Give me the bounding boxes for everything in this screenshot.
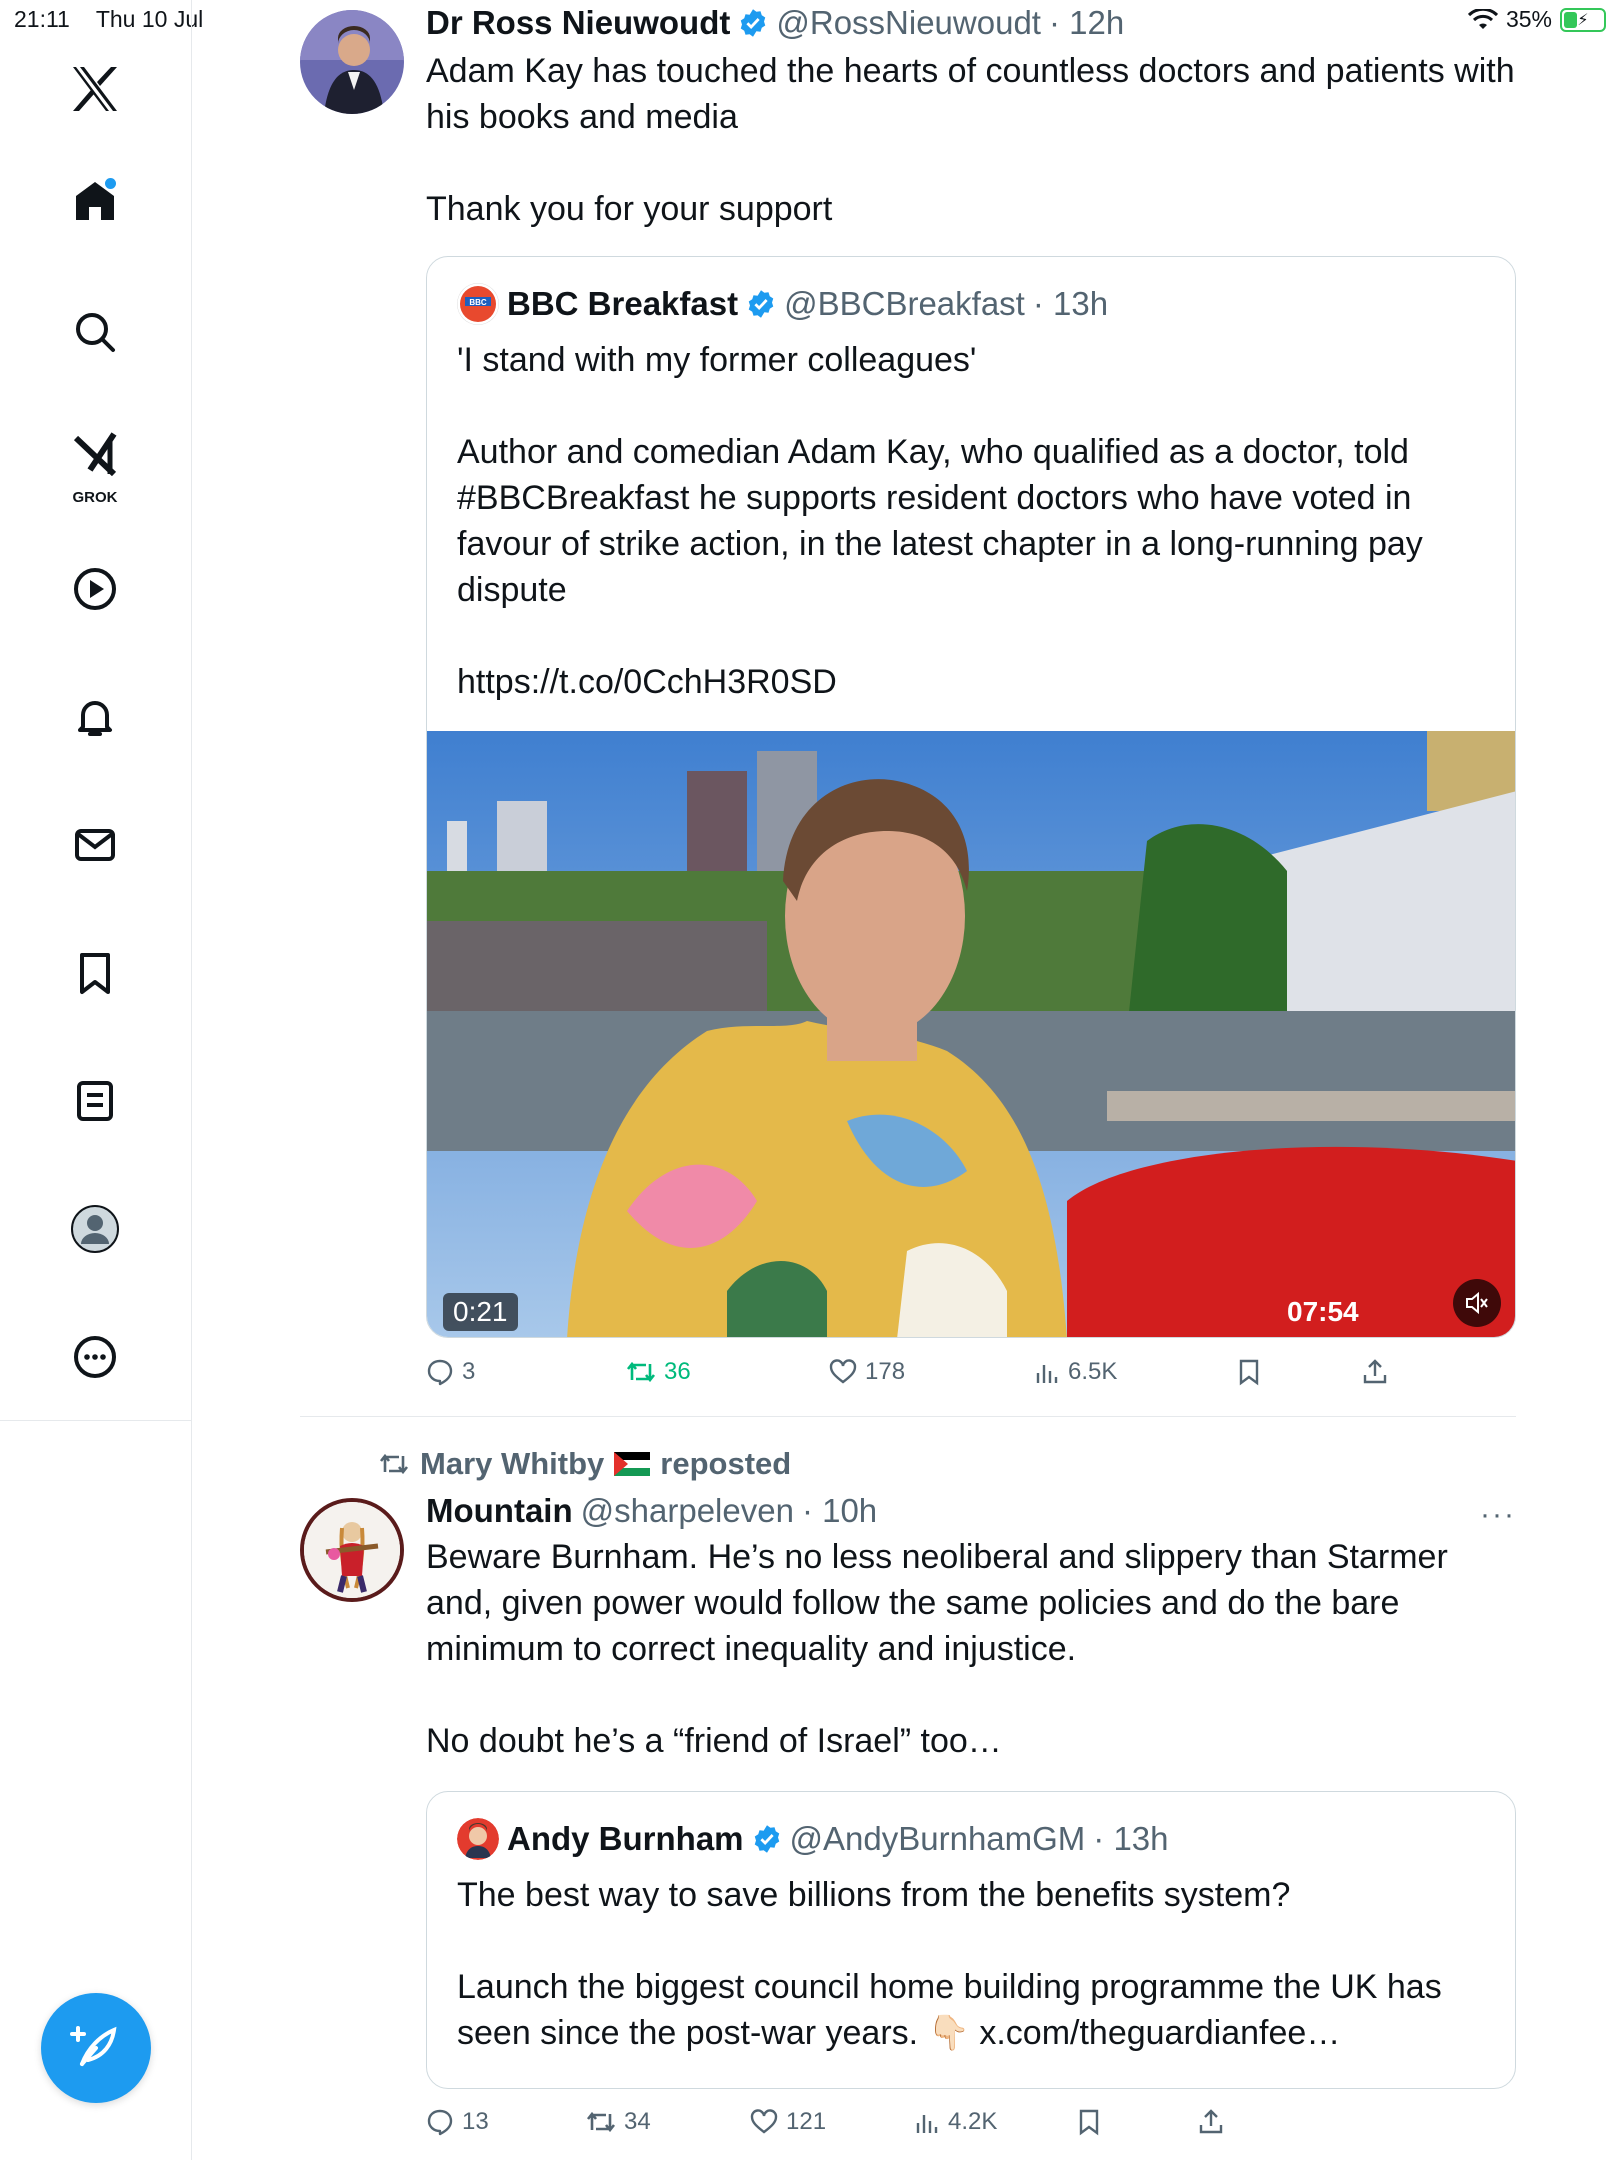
bookmark-icon[interactable] [66,944,124,1002]
palestine-flag-icon [614,1452,651,1476]
repost-button[interactable]: 34 [586,2108,651,2136]
sidebar: GROK [0,0,192,2160]
post-mountain[interactable]: Mountain @sharpeleven · 10h ··· Beware B… [426,1492,1516,1764]
bookmark-icon [1239,1359,1259,1386]
video-player[interactable]: 0:21 07:54 [427,731,1515,1337]
post-time[interactable]: · 10h [802,1492,877,1530]
post-time[interactable]: · 12h [1049,4,1124,42]
bell-icon[interactable] [66,688,124,746]
reply-icon [427,2109,453,2136]
battery-icon: ⚡ [1560,7,1606,32]
like-count: 178 [865,1358,906,1385]
lists-icon[interactable] [66,1072,124,1130]
reply-count: 3 [462,1358,476,1385]
play-icon[interactable] [66,560,124,618]
avatar[interactable] [300,1498,404,1602]
repost-button[interactable]: 36 [626,1358,691,1386]
post-actions: 3 36 178 6.5K [426,1358,1516,1398]
verified-badge-icon [754,1825,779,1853]
post-text: Beware Burnham. He’s no less neoliberal … [426,1538,1448,1760]
notification-dot [105,178,116,189]
avatar[interactable] [300,10,404,114]
sidebar-divider [0,1420,192,1421]
verified-badge-icon [741,9,766,37]
quote-author-name[interactable]: BBC Breakfast [507,285,738,323]
verified-badge-icon [748,290,774,318]
views-icon [916,2115,938,2133]
mail-icon[interactable] [66,816,124,874]
quote-post-time[interactable]: · 13h [1033,285,1108,323]
like-button[interactable]: 121 [750,2108,826,2136]
share-icon [1363,1359,1387,1384]
author-handle[interactable]: @sharpeleven [581,1492,794,1530]
quote-header: Andy Burnham @AndyBurnhamGM · 13h [457,1818,1485,1860]
bookmark-post-button[interactable] [1076,2108,1102,2136]
profile-icon[interactable] [66,1200,124,1258]
more-options-icon[interactable] [66,1328,124,1386]
views-icon [1036,1365,1058,1383]
repost-count: 36 [664,1358,691,1385]
views-count: 6.5K [1068,1358,1118,1385]
views-count: 4.2K [948,2108,998,2135]
feather-plus-icon [70,2026,117,2066]
burnham-avatar [457,1818,499,1860]
share-icon [1199,2109,1223,2134]
reposted-by-name[interactable]: Mary Whitby [420,1446,604,1482]
quote-author-handle[interactable]: @AndyBurnhamGM [790,1820,1086,1858]
bbc-avatar: BBC [457,283,499,325]
post-text: Adam Kay has touched the hearts of count… [426,52,1515,228]
quote-author-handle[interactable]: @BBCBreakfast [784,285,1025,323]
post-separator [300,1416,1516,1417]
like-count: 121 [786,2108,827,2135]
video-thumbnail [427,731,1515,1337]
quote-text: The best way to save billions from the b… [457,1876,1442,2052]
mute-button[interactable] [1453,1279,1501,1327]
quote-text: 'I stand with my former colleagues' Auth… [457,341,1423,701]
repost-count: 34 [624,2108,651,2135]
reposted-label: reposted [660,1446,792,1481]
post-actions: 13 34 121 4.2K [426,2108,1516,2148]
post-header: Dr Ross Nieuwoudt @RossNieuwoudt · 12h [426,4,1516,42]
repost-icon [586,2111,616,2133]
bookmark-icon [1079,2109,1099,2136]
reply-count: 13 [462,2108,489,2135]
quoted-post-bbc[interactable]: BBC BBC Breakfast @BBCBreakfast · 13h 'I… [426,256,1516,1338]
quoted-post-burnham[interactable]: Andy Burnham @AndyBurnhamGM · 13h The be… [426,1791,1516,2089]
grok-label: GROK [72,489,118,506]
repost-icon [379,1453,409,1475]
post-more-button[interactable]: ··· [1480,1498,1516,1532]
search-icon[interactable] [66,303,124,361]
video-duration: 07:54 [1287,1296,1359,1327]
reply-button[interactable]: 3 [426,1358,475,1386]
reply-icon [427,1359,453,1386]
views-button[interactable]: 4.2K [914,2108,997,2136]
share-button[interactable] [1362,1358,1388,1386]
post-header: Mountain @sharpeleven · 10h [426,1492,1516,1530]
repost-icon [626,1361,656,1383]
home-icon[interactable] [66,172,124,230]
author-name[interactable]: Mountain [426,1492,573,1530]
grok-icon[interactable]: GROK [66,422,124,506]
heart-icon [750,2109,778,2134]
like-button[interactable]: 178 [829,1358,905,1386]
author-name[interactable]: Dr Ross Nieuwoudt [426,4,730,42]
video-elapsed: 0:21 [443,1293,518,1331]
repost-attribution[interactable]: Mary Whitby reposted [378,1446,791,1482]
quote-header: BBC BBC Breakfast @BBCBreakfast · 13h [457,283,1485,325]
quote-post-time[interactable]: · 13h [1093,1820,1168,1858]
compose-post-button[interactable] [41,1993,151,2103]
reply-button[interactable]: 13 [426,2108,489,2136]
bookmark-post-button[interactable] [1236,1358,1262,1386]
heart-icon [829,1359,857,1384]
svg-text:BBC: BBC [469,298,487,307]
share-button[interactable] [1198,2108,1224,2136]
views-button[interactable]: 6.5K [1034,1358,1117,1386]
speaker-muted-icon [1466,1291,1488,1315]
author-handle[interactable]: @RossNieuwoudt [776,4,1041,42]
x-logo-icon[interactable] [66,60,124,118]
quote-author-name[interactable]: Andy Burnham [507,1820,744,1858]
